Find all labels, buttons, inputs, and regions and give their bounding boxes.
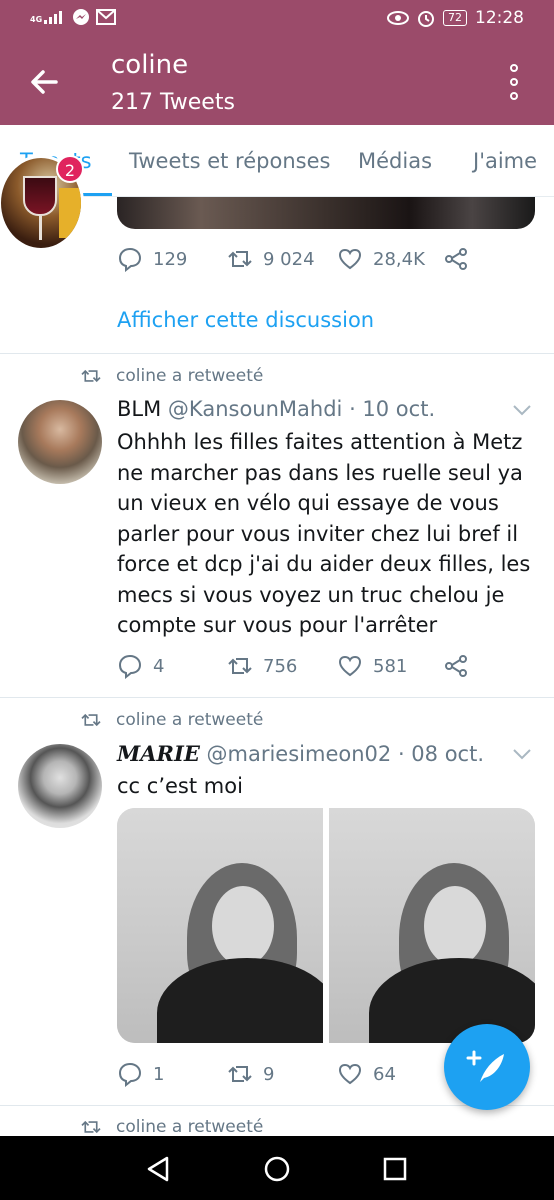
- page-title: coline: [111, 50, 189, 80]
- retweet-icon: [228, 1066, 252, 1082]
- tweet-text: cc c’est moi: [117, 774, 243, 798]
- compose-tweet-button[interactable]: [444, 1024, 530, 1110]
- messenger-icon: [73, 9, 90, 25]
- share-icon: [445, 248, 467, 270]
- like-button[interactable]: 64: [337, 1061, 396, 1087]
- signal-icon: 4G: [30, 10, 66, 24]
- chevron-down-icon[interactable]: [512, 404, 532, 416]
- tweet-actions: 1 9 64: [117, 1061, 487, 1089]
- share-icon: [445, 655, 467, 677]
- back-arrow-icon[interactable]: [26, 64, 62, 100]
- avatar[interactable]: [18, 400, 102, 484]
- reply-button[interactable]: 4: [117, 653, 164, 679]
- retweet-icon: [228, 251, 252, 267]
- divider: [0, 353, 554, 354]
- chevron-down-icon[interactable]: [512, 748, 532, 760]
- divider: [0, 697, 554, 698]
- home-circle-icon[interactable]: [262, 1154, 292, 1184]
- retweet-icon: [81, 369, 101, 383]
- like-button[interactable]: 28,4K: [337, 246, 425, 272]
- tab-likes[interactable]: J'aime: [473, 149, 537, 173]
- clock: 12:28: [475, 8, 524, 28]
- tab-media[interactable]: Médias: [358, 149, 432, 173]
- tweet-photo[interactable]: [117, 808, 323, 1043]
- heart-icon: [338, 248, 362, 270]
- notification-badge: 2: [56, 155, 84, 183]
- author-name[interactable]: M𝑨RIE: [117, 741, 200, 766]
- battery-icon: 72: [443, 10, 467, 26]
- reply-button[interactable]: 1: [117, 1061, 164, 1087]
- back-triangle-icon[interactable]: [143, 1154, 173, 1184]
- reply-icon: [118, 1062, 142, 1087]
- tweet-header: BLM @KansounMahdi · 10 oct.: [117, 397, 435, 421]
- retweet-indicator: coline a retweeté: [80, 710, 263, 730]
- retweet-indicator: coline a retweeté: [80, 1117, 263, 1137]
- reply-icon: [118, 247, 142, 272]
- gmail-icon: [96, 9, 117, 25]
- like-button[interactable]: 581: [337, 653, 407, 679]
- compose-feather-icon: [466, 1050, 504, 1082]
- alarm-icon: [418, 11, 434, 27]
- reply-button[interactable]: 129: [117, 246, 187, 272]
- tweet-text: Ohhhh les filles faites attention à Metz…: [117, 430, 531, 637]
- profile-header: coline 217 Tweets: [0, 38, 554, 125]
- retweet-button[interactable]: 9: [227, 1061, 274, 1087]
- tweet-actions: 129 9 024 28,4K: [117, 246, 487, 274]
- author-handle[interactable]: @KansounMahdi: [168, 397, 342, 421]
- profile-tabs: Tweets Tweets et réponses Médias J'aime: [0, 125, 554, 197]
- share-button[interactable]: [443, 653, 469, 679]
- avatar[interactable]: [18, 744, 102, 828]
- recents-square-icon[interactable]: [380, 1154, 410, 1184]
- wine-glass: [23, 176, 57, 216]
- tweet-photo[interactable]: [329, 808, 535, 1043]
- retweet-icon: [228, 658, 252, 674]
- tweet-header: M𝑨RIE @mariesimeon02 · 08 oct.: [117, 741, 484, 766]
- show-discussion-link[interactable]: Afficher cette discussion: [117, 308, 374, 332]
- retweet-icon: [81, 1120, 101, 1134]
- reply-icon: [118, 654, 142, 679]
- tab-tweets-replies[interactable]: Tweets et réponses: [129, 149, 330, 173]
- retweet-indicator: coline a retweeté: [80, 366, 263, 386]
- retweet-button[interactable]: 756: [227, 653, 297, 679]
- tweet-count: 217 Tweets: [111, 90, 235, 115]
- retweet-button[interactable]: 9 024: [227, 246, 315, 272]
- status-bar: 4G 72 12:28: [0, 0, 554, 38]
- system-navigation-bar: [0, 1136, 554, 1200]
- beer-glass: [59, 188, 81, 238]
- tweet-date: · 08 oct.: [397, 742, 485, 766]
- retweet-icon: [81, 713, 101, 727]
- more-options-icon[interactable]: [502, 64, 526, 100]
- author-name[interactable]: BLM: [117, 397, 161, 421]
- share-button[interactable]: [443, 246, 469, 272]
- heart-icon: [338, 1063, 362, 1085]
- eye-icon: [387, 11, 409, 25]
- tweet-date: · 10 oct.: [349, 397, 436, 421]
- network-type: 4G: [30, 15, 43, 24]
- heart-icon: [338, 655, 362, 677]
- tweet-actions: 4 756 581: [117, 653, 487, 681]
- tweet-media[interactable]: [117, 197, 535, 229]
- author-handle[interactable]: @mariesimeon02: [207, 742, 392, 766]
